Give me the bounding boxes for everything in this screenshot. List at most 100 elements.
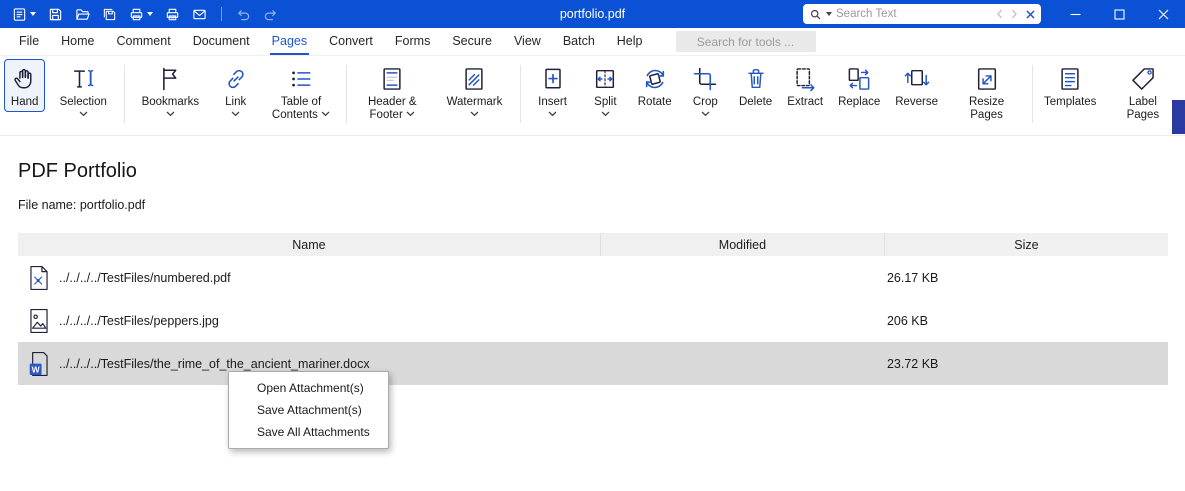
search-icon[interactable] [809,8,822,21]
ribbon-tool-label: Templates [1044,96,1097,108]
table-row[interactable]: ../../../../TestFiles/numbered.pdf 26.17 … [18,256,1168,299]
undo-button[interactable] [232,5,255,24]
email-button[interactable] [188,5,211,24]
menu-item-home[interactable]: Home [50,28,105,56]
ribbon-tool-label-pages[interactable]: Label Pages [1105,59,1181,125]
menu-item-pages[interactable]: Pages [261,28,318,56]
ribbon-tool-rotate[interactable]: Rotate [631,59,678,112]
link-icon [222,65,250,93]
menu-item-convert[interactable]: Convert [318,28,384,56]
column-header-size[interactable]: Size [883,233,1168,256]
svg-text:W: W [32,364,40,374]
ribbon-tool-label: Extract [787,96,824,108]
ribbon-tool-crop[interactable]: Crop [680,59,730,125]
ribbon-tool-label: Label Pages [1126,96,1160,121]
chevron-down-icon [470,109,479,122]
app-menu-icon [12,7,27,22]
ribbon-tool-label: Selection [54,96,112,122]
ribbon-tool-delete[interactable]: Delete [732,59,778,112]
chevron-down-icon [166,109,175,122]
ribbon-tool-selection[interactable]: Selection [47,59,119,125]
context-menu: Open Attachment(s) Save Attachment(s) Save… [228,371,389,449]
ribbon-tool-label: Hand [10,96,39,108]
search-close-icon[interactable] [1026,9,1035,19]
search-next-icon[interactable] [1009,9,1019,19]
page-title: PDF Portfolio [18,160,137,182]
table-row[interactable]: W ../../../../TestFiles/the_rime_of_the_a… [18,342,1168,385]
label-pages-icon [1129,65,1157,93]
print-icon [129,7,144,22]
quick-print-button[interactable] [161,5,184,24]
context-menu-item-save-all-attachments[interactable]: Save All Attachments [229,421,388,443]
extract-icon [791,65,819,93]
tool-search-input[interactable]: Search for tools ... [675,31,816,52]
replace-icon [845,65,873,93]
ribbon-tool-label: Table of Contents [268,96,334,122]
context-menu-item-open-attachment-s[interactable]: Open Attachment(s) [229,377,388,399]
open-button[interactable] [71,5,94,24]
ribbon-tool-header-footer[interactable]: Header & Footer [352,59,432,125]
ribbon-tool-label: Split [589,96,623,122]
menu-item-forms[interactable]: Forms [384,28,441,56]
word-file-icon: W [28,351,50,377]
open-icon [75,7,90,22]
menu-item-file[interactable]: File [8,28,50,56]
ribbon-tool-split[interactable]: Split [582,59,630,125]
cell-name: ../../../../TestFiles/numbered.pdf [18,265,600,291]
ribbon-tool-resize-pages[interactable]: Resize Pages [946,59,1026,125]
search-options-caret-icon[interactable] [826,12,832,16]
ribbon-tool-hand[interactable]: Hand [4,59,46,112]
chevron-down-icon [601,109,610,122]
ribbon-tool-extract[interactable]: Extract [781,59,830,112]
save-button[interactable] [44,5,67,24]
ribbon-tool-label: Resize Pages [968,96,1005,121]
app-menu-button[interactable] [8,5,40,24]
toc-icon [287,65,315,93]
attachments-rows: ../../../../TestFiles/numbered.pdf 26.17 … [18,256,1168,385]
save-icon [48,7,63,22]
menu-item-batch[interactable]: Batch [552,28,606,56]
crop-icon [691,65,719,93]
table-row[interactable]: ../../../../TestFiles/peppers.jpg 206 KB [18,299,1168,342]
pdf-file-icon [28,265,50,291]
minimize-button[interactable] [1053,0,1097,28]
bookmarks-icon [156,65,184,93]
ribbon-tool-watermark[interactable]: Watermark [434,59,514,125]
ribbon-tool-label: Insert [533,96,573,122]
selection-icon [69,65,97,93]
menu-item-comment[interactable]: Comment [106,28,182,56]
column-header-modified[interactable]: Modified [599,233,884,256]
context-menu-item-save-attachment-s[interactable]: Save Attachment(s) [229,399,388,421]
save-all-button[interactable] [98,5,121,24]
ribbon-tool-reverse[interactable]: Reverse [889,59,945,112]
ribbon-separator [124,65,126,123]
maximize-button[interactable] [1097,0,1141,28]
templates-icon [1056,65,1084,93]
split-icon [591,65,619,93]
ribbon-tool-replace[interactable]: Replace [832,59,887,112]
close-button[interactable] [1141,0,1185,28]
redo-button[interactable] [259,5,282,24]
menu-item-document[interactable]: Document [182,28,261,56]
print-button[interactable] [125,5,157,24]
table-header-row: Name Modified Size [18,233,1168,256]
dropdown-caret-icon [147,12,153,16]
search-input[interactable]: Search Text [836,8,991,20]
panel-handle[interactable] [1172,100,1185,134]
ribbon-tool-label: Replace [838,96,881,108]
search-previous-icon[interactable] [995,9,1005,19]
ribbon-tool-label: Bookmarks [137,96,203,122]
ribbon-tool-templates[interactable]: Templates [1038,59,1103,112]
ribbon-tool-insert[interactable]: Insert [526,59,580,125]
menu-item-secure[interactable]: Secure [441,28,503,56]
email-icon [192,7,207,22]
quick-access-toolbar [8,5,282,24]
menu-item-view[interactable]: View [503,28,552,56]
menu-item-help[interactable]: Help [606,28,654,56]
redo-icon [263,7,278,22]
ribbon-tool-bookmarks[interactable]: Bookmarks [130,59,210,125]
ribbon-tool-link[interactable]: Link [212,59,258,125]
search-text-box[interactable]: Search Text [803,4,1041,24]
column-header-name[interactable]: Name [18,233,600,256]
ribbon-tool-table-of-contents[interactable]: Table of Contents [261,59,341,125]
